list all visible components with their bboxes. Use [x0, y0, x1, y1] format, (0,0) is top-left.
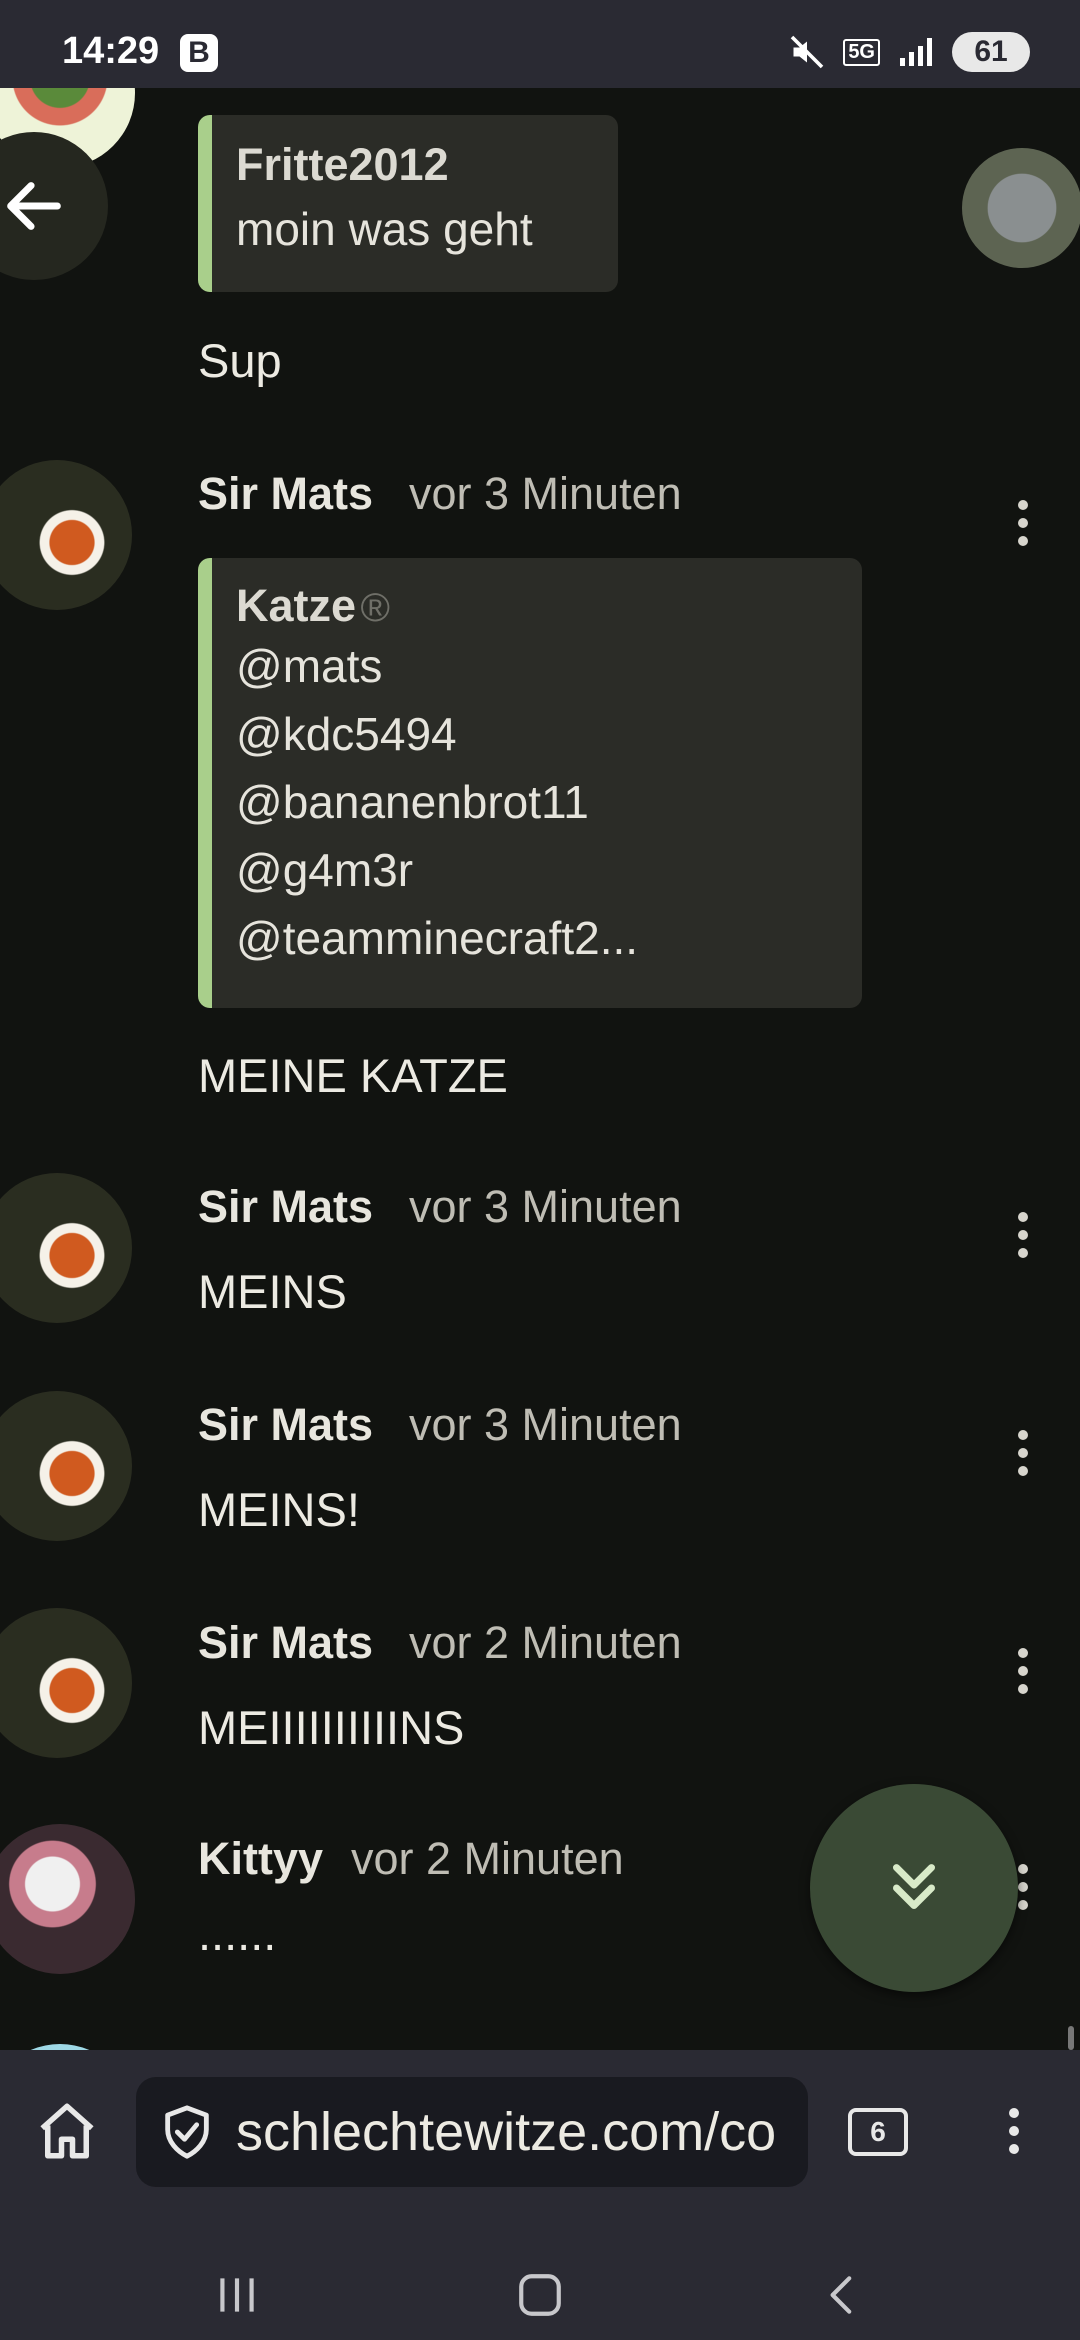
message-text: MEINS [198, 1265, 347, 1318]
home-nav-icon[interactable] [515, 2270, 565, 2320]
more-options-button[interactable] [1003, 1426, 1043, 1486]
quote-author: Katze [236, 580, 357, 631]
message-time: vor 2 Minuten [409, 1617, 682, 1668]
message-author[interactable]: Sir Mats [198, 1399, 373, 1451]
avatar[interactable] [0, 1391, 132, 1541]
arrow-left-icon [7, 182, 61, 230]
scroll-to-bottom-button[interactable] [810, 1784, 1018, 1992]
message-text: MEINS! [198, 1483, 360, 1536]
reply-quote[interactable]: Fritte2012 moin was geht [198, 115, 618, 292]
quote-text: moin was geht [236, 203, 533, 255]
quote-line: @g4m3r [236, 844, 414, 896]
message-text: MEIIIIIIIIIINS [198, 1701, 465, 1754]
message-time: vor 3 Minuten [409, 468, 682, 519]
quote-line: @teamminecraft2... [236, 912, 639, 964]
more-options-button[interactable] [1003, 1208, 1043, 1268]
avatar[interactable] [0, 1824, 135, 1974]
notification-b-icon: B [180, 34, 218, 72]
quote-author: Fritte2012 [236, 139, 449, 190]
more-options-button[interactable] [1003, 88, 1043, 132]
quote-line: @kdc5494 [236, 708, 457, 760]
tab-switcher-button[interactable]: 6 [848, 2108, 908, 2156]
registered-badge-icon: ® [360, 586, 390, 630]
home-icon[interactable] [34, 2098, 100, 2164]
network-5g-icon: 5G [843, 38, 880, 66]
mute-icon [791, 35, 824, 69]
more-options-button[interactable] [1003, 496, 1043, 556]
avatar[interactable] [0, 1173, 132, 1323]
back-nav-icon[interactable] [818, 2270, 868, 2320]
message-author[interactable]: Sir Mats [198, 1181, 373, 1233]
avatar[interactable] [962, 148, 1080, 268]
quote-line: @mats [236, 640, 383, 692]
quote-line: @bananenbrot11 [236, 776, 589, 828]
message-text: ...... [198, 1907, 277, 1960]
more-options-button[interactable] [1003, 1644, 1043, 1704]
avatar[interactable] [0, 460, 132, 610]
message-text: MEINE KATZE [198, 1049, 508, 1102]
message-author[interactable]: Sir Mats [198, 1617, 373, 1669]
message-author[interactable]: Kittyy [198, 1833, 323, 1885]
signal-icon [900, 38, 932, 66]
message-time: vor 3 Minuten [409, 1181, 682, 1232]
avatar[interactable] [0, 1608, 132, 1758]
recent-apps-icon[interactable] [212, 2270, 262, 2320]
shield-check-icon[interactable] [158, 2103, 216, 2161]
url-text[interactable]: schlechtewitze.com/co [236, 2101, 776, 2163]
message-author[interactable]: Sir Mats [198, 468, 373, 520]
battery-icon: 61 [952, 32, 1030, 72]
status-icons: 5G 61 [789, 30, 1030, 74]
message-text: Sup [198, 334, 282, 387]
message-time: vor 2 Minuten [351, 1833, 624, 1884]
status-time: 14:29 [62, 30, 160, 72]
scrollbar[interactable] [1068, 2026, 1074, 2050]
browser-menu-button[interactable] [994, 2104, 1034, 2164]
comment-feed[interactable]: Fritte2012 moin was geht Sup Sir Mats vo… [0, 88, 1080, 2050]
double-chevron-down-icon [893, 1864, 935, 1909]
status-bar: 14:29 B 5G 61 [0, 0, 1080, 88]
message-time: vor 3 Minuten [409, 1399, 682, 1450]
browser-bottom-bar: schlechtewitze.com/co 6 [0, 2050, 1080, 2340]
quoted-message[interactable]: Katze ® @mats @kdc5494 @bananenbrot11 @g… [198, 558, 862, 1008]
url-bar[interactable]: schlechtewitze.com/co [136, 2077, 808, 2187]
